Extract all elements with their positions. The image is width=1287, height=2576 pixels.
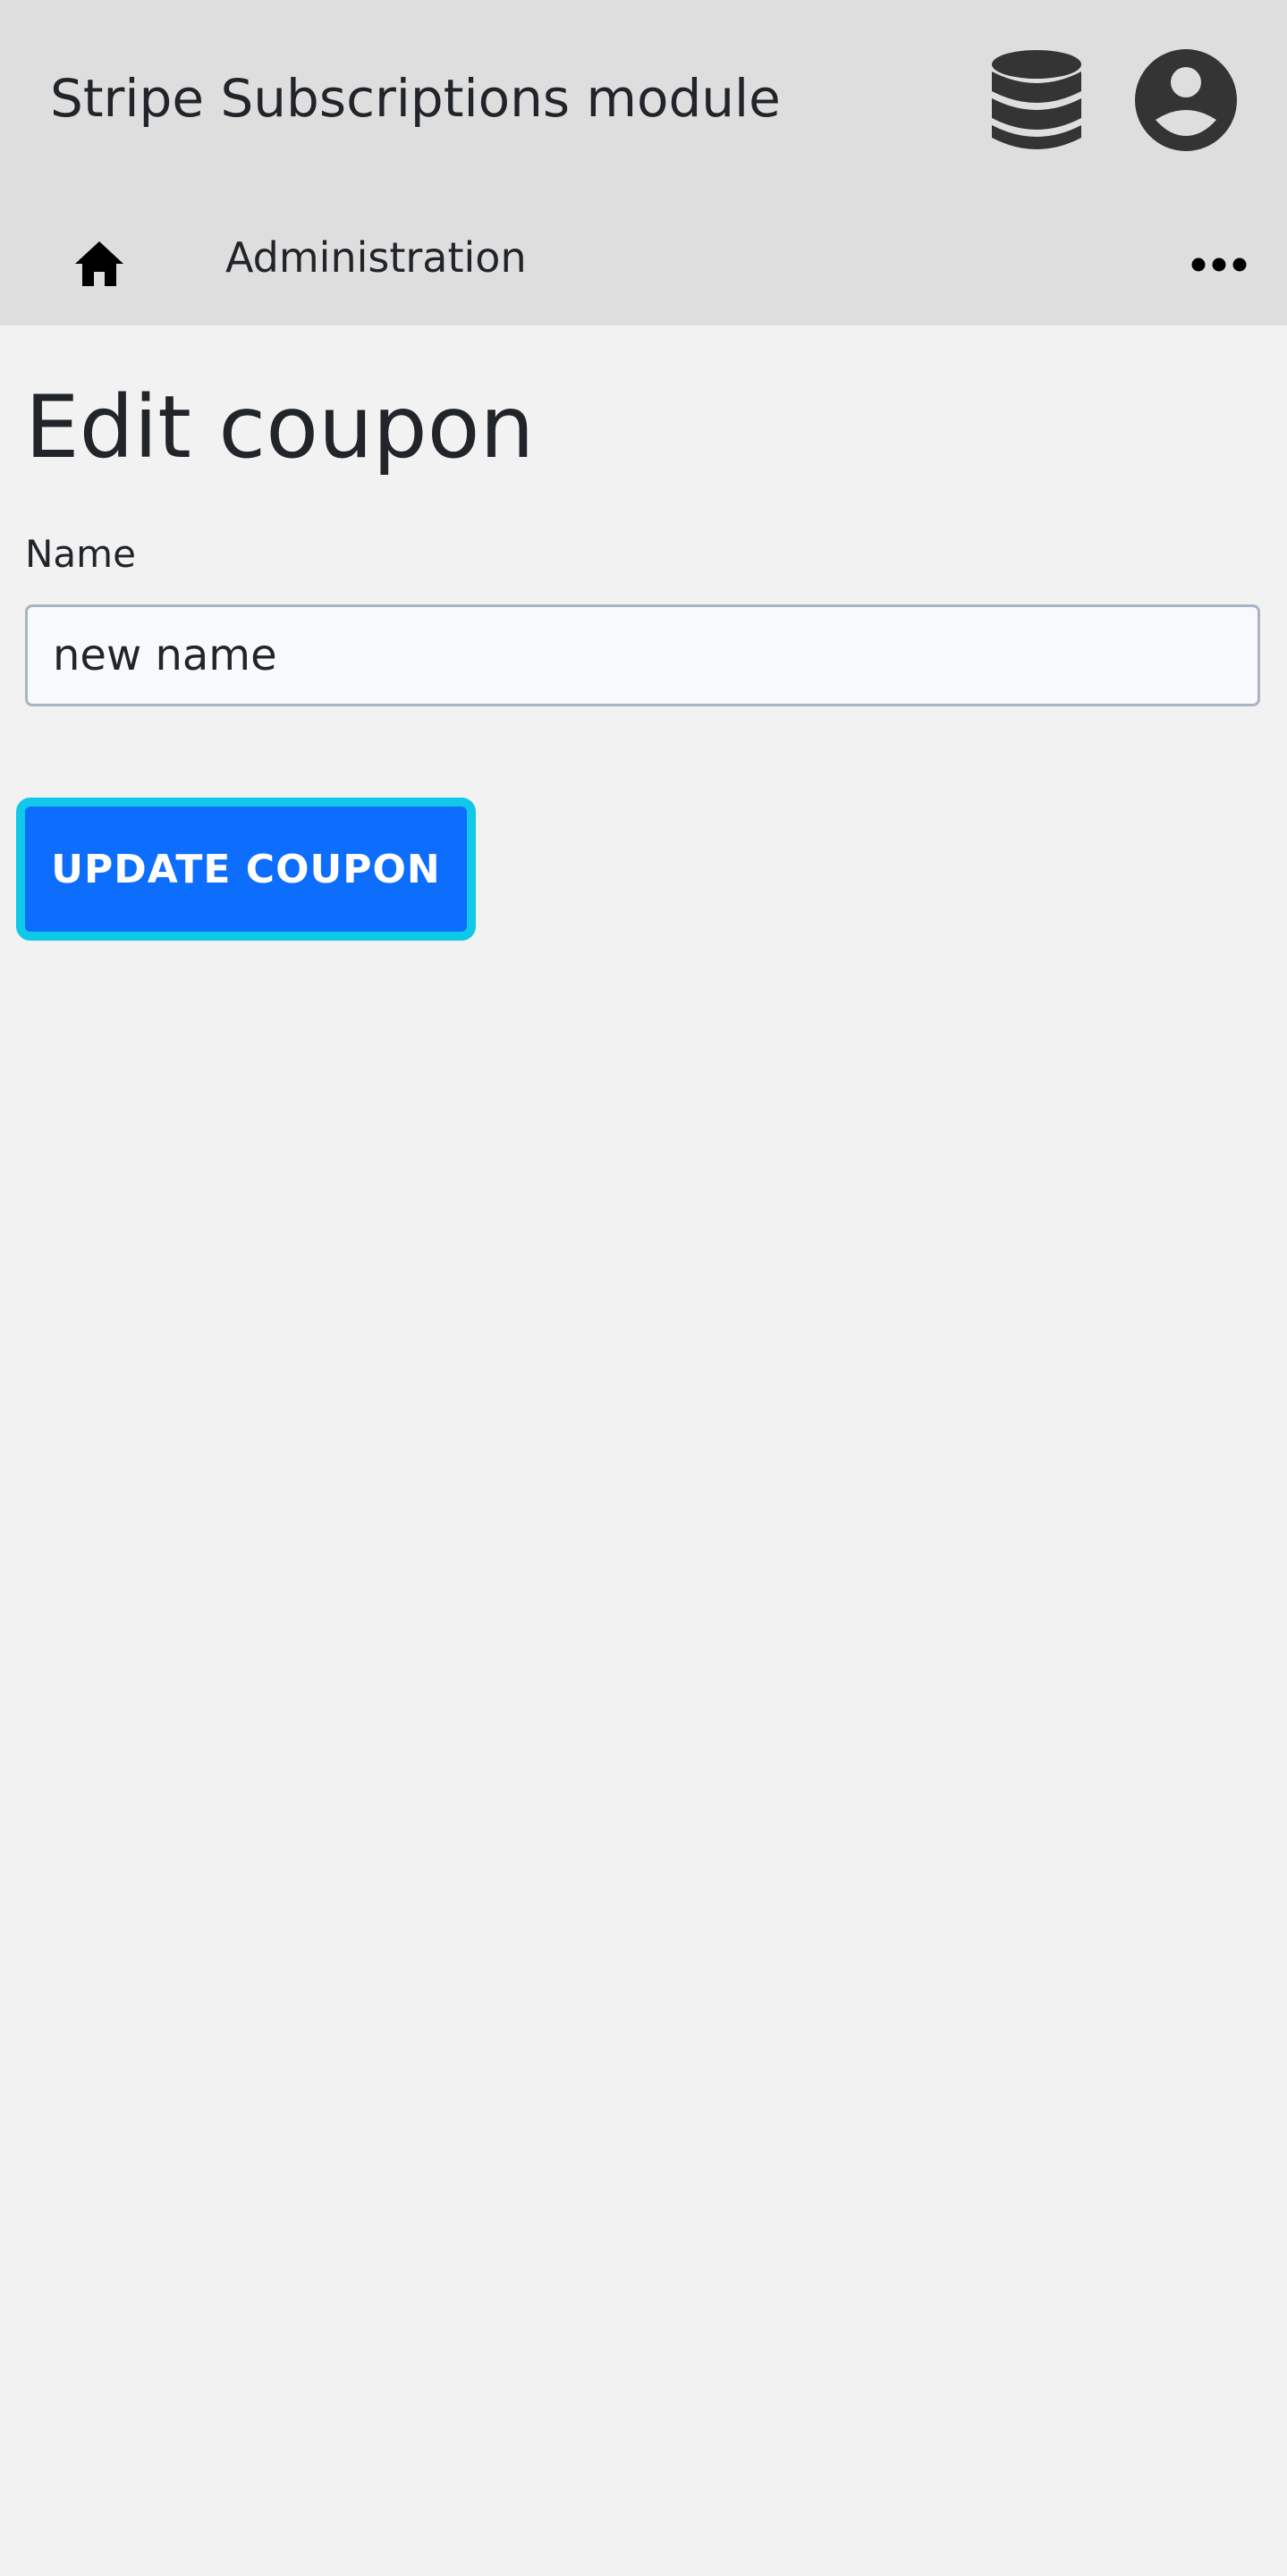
name-label: Name	[25, 532, 136, 576]
name-input[interactable]	[25, 604, 1260, 706]
database-icon[interactable]	[989, 48, 1084, 154]
app-header: Stripe Subscriptions module	[0, 0, 1287, 198]
nav-bar: Administration	[0, 198, 1287, 325]
account-circle-icon[interactable]	[1134, 48, 1238, 152]
home-icon[interactable]	[73, 240, 125, 288]
update-coupon-button[interactable]: UPDATE COUPON	[16, 798, 476, 941]
nav-link-administration[interactable]: Administration	[225, 229, 527, 286]
app-title: Stripe Subscriptions module	[50, 68, 781, 129]
more-horizontal-icon[interactable]	[1191, 245, 1247, 284]
page-title: Edit coupon	[25, 377, 535, 477]
